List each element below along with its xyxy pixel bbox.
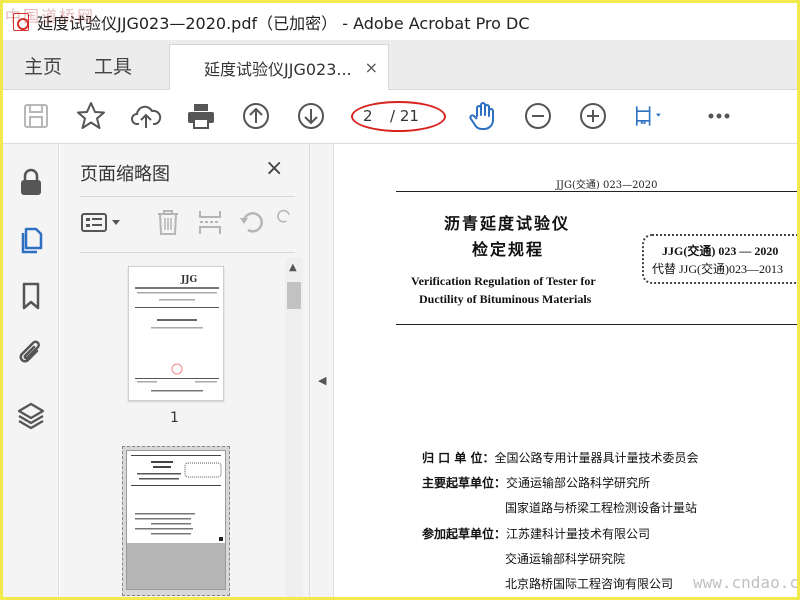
panel-divider (80, 252, 295, 253)
doc-row: 主要起草单位：交通运输部公路科学研究所 (422, 474, 650, 491)
save-icon[interactable] (20, 100, 52, 132)
document-view[interactable]: JJG(交通) 023—2020 沥青延度试验仪 检定规程 Verificati… (334, 144, 797, 597)
left-icon-rail (3, 144, 59, 597)
standard-number-box: JJG(交通) 023 — 2020 代替 JJG(交通)023—2013 (642, 234, 797, 284)
panel-collapse-strip[interactable]: ◀ (310, 144, 334, 597)
page-down-icon[interactable] (295, 100, 327, 132)
layers-icon[interactable] (15, 399, 47, 431)
doc-row-value: 交通运输部公路科学研究所 (506, 476, 651, 490)
main-toolbar: 2 / 21 (3, 90, 797, 144)
scroll-up-arrow[interactable]: ▲ (289, 262, 297, 273)
tab-home[interactable]: 主页 (3, 40, 83, 90)
zoom-out-icon[interactable] (522, 100, 554, 132)
fit-page-icon[interactable] (632, 100, 664, 132)
highlight-ellipse (351, 101, 446, 132)
window-title: 延度试验仪JJG023—2020.pdf（已加密） - Adobe Acroba… (37, 13, 530, 33)
tab-close-button[interactable]: × (365, 58, 378, 77)
scrollbar-thumb[interactable] (287, 282, 301, 309)
doc-title-cn-2: 检定规程 (472, 240, 545, 259)
tab-document-label: 延度试验仪JJG023... (204, 60, 352, 79)
lock-icon[interactable] (15, 166, 47, 198)
page-up-icon[interactable] (240, 100, 272, 132)
doc-row: 交通运输部科学研究院 (505, 550, 625, 567)
doc-row-label: 参加起草单位： (422, 527, 507, 541)
doc-row-value: 交通运输部科学研究院 (505, 552, 626, 566)
acrobat-window: 延度试验仪JJG023—2020.pdf（已加密） - Adobe Acroba… (3, 3, 797, 597)
panel-close-button[interactable]: × (265, 156, 283, 181)
more-icon[interactable] (703, 100, 735, 132)
upload-cloud-icon[interactable] (130, 100, 162, 132)
thumbnail-options-icon[interactable] (80, 206, 124, 238)
collapse-arrow-icon[interactable]: ◀ (318, 374, 326, 387)
insert-page-icon[interactable] (194, 206, 226, 238)
doc-row: 北京路桥国际工程咨询有限公司 (505, 575, 673, 592)
doc-title-en: Verification Regulation of Tester for (411, 274, 596, 288)
doc-row-value: 北京路桥国际工程咨询有限公司 (505, 577, 674, 591)
doc-row-label: 主要起草单位： (422, 476, 507, 490)
doc-row: 国家道路与桥梁工程检测设备计量站 (505, 499, 697, 516)
tab-tools[interactable]: 工具 (73, 40, 153, 90)
page-thumbnail-2[interactable] (126, 450, 226, 590)
doc-row-value: 全国公路专用计量器具计量技术委员会 (494, 451, 699, 465)
replaces-standard: 代替 JJG(交通)023—2013 (652, 262, 783, 276)
page-thumbnail-1[interactable]: JJG (128, 266, 224, 401)
print-icon[interactable] (185, 100, 217, 132)
standard-number: JJG(交通) 023 — 2020 (662, 244, 779, 258)
doc-rule (396, 191, 797, 192)
panel-title: 页面缩略图 (80, 164, 170, 185)
rotate-right-icon[interactable] (274, 206, 294, 238)
doc-page-header: JJG(交通) 023—2020 (556, 180, 658, 191)
doc-title-cn: 沥青延度试验仪 (444, 214, 571, 233)
doc-row-label: 归 口 单 位： (422, 451, 495, 465)
doc-row: 参加起草单位：江苏建科计量技术有限公司 (422, 525, 650, 542)
title-bar: 延度试验仪JJG023—2020.pdf（已加密） - Adobe Acroba… (3, 3, 797, 40)
page-thumbnails-icon[interactable] (15, 223, 47, 255)
thumbnail-page-number: 1 (170, 410, 179, 426)
zoom-in-icon[interactable] (577, 100, 609, 132)
thumb-badge: JJG (180, 275, 197, 285)
bookmark-icon[interactable] (15, 280, 47, 312)
star-icon[interactable] (75, 100, 107, 132)
doc-rule (396, 324, 797, 325)
tab-document[interactable]: 延度试验仪JJG023... × (169, 44, 389, 91)
thumbnail-panel: 页面缩略图 × ▲ JJG 1 (60, 144, 310, 597)
delete-icon[interactable] (152, 206, 184, 238)
watermark-bottom: www.cndao.com (693, 573, 797, 592)
doc-row-value: 江苏建科计量技术有限公司 (506, 527, 651, 541)
attachment-icon[interactable] (15, 337, 47, 369)
thumbnail-visible-region (127, 543, 225, 589)
thumbnail-scrollbar[interactable]: ▲ (285, 258, 303, 597)
watermark-top: 中国道桥网 (5, 7, 96, 26)
panel-divider (80, 196, 295, 197)
doc-title-en-2: Ductility of Bituminous Materials (419, 292, 592, 306)
rotate-left-icon[interactable] (236, 206, 268, 238)
hand-tool-icon[interactable] (467, 100, 499, 132)
doc-row: 归 口 单 位：全国公路专用计量器具计量技术委员会 (422, 449, 699, 466)
tab-bar: 主页 工具 延度试验仪JJG023... × (3, 40, 797, 91)
doc-row-value: 国家道路与桥梁工程检测设备计量站 (505, 501, 698, 515)
